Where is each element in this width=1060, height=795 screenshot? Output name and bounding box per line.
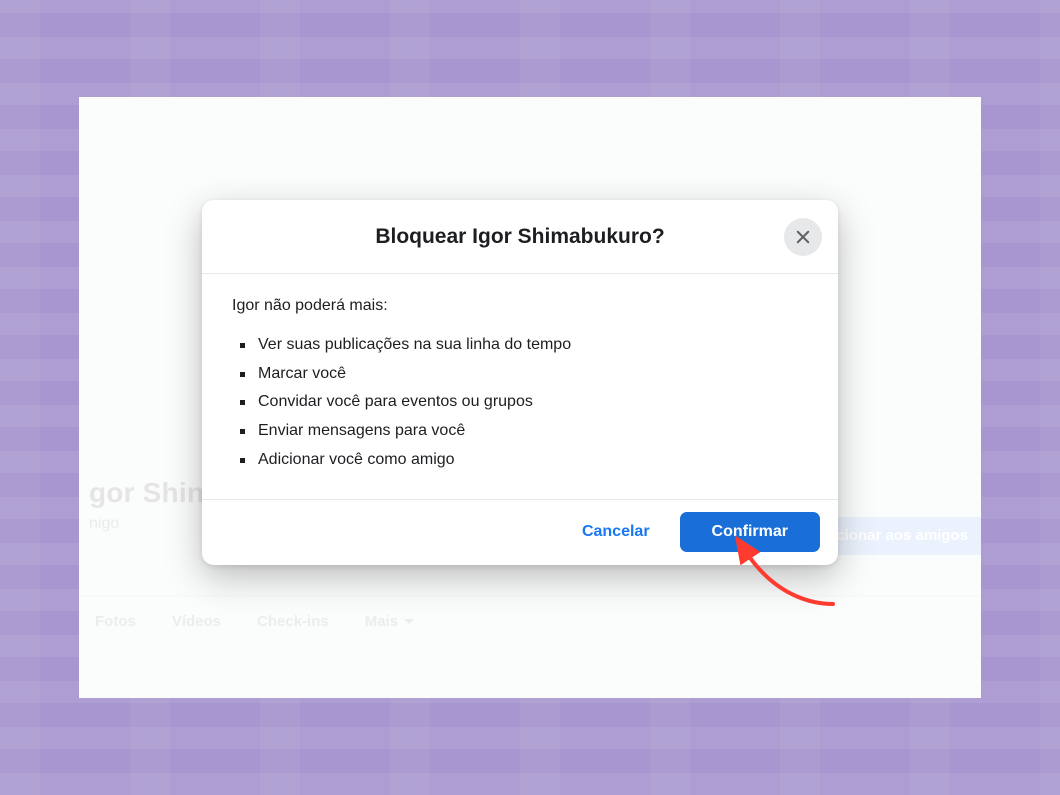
profile-tabs: Fotos Vídeos Check-ins Mais <box>79 595 981 647</box>
list-item: Marcar você <box>238 362 808 387</box>
tab-checkins[interactable]: Check-ins <box>257 613 329 630</box>
dialog-lead-text: Igor não poderá mais: <box>232 294 808 319</box>
dialog-body: Igor não poderá mais: Ver suas publicaçõ… <box>202 274 838 499</box>
dialog-header: Bloquear Igor Shimabukuro? <box>202 200 838 274</box>
list-item: Convidar você para eventos ou grupos <box>238 390 808 415</box>
dialog-footer: Cancelar Confirmar <box>202 499 838 565</box>
block-effects-list: Ver suas publicações na sua linha do tem… <box>232 333 808 473</box>
add-friend-button-partial[interactable]: cionar aos amigos <box>818 517 981 555</box>
close-icon <box>794 228 812 246</box>
list-item: Ver suas publicações na sua linha do tem… <box>238 333 808 358</box>
confirm-button[interactable]: Confirmar <box>680 512 820 552</box>
cancel-button-label: Cancelar <box>582 523 650 540</box>
chevron-down-icon <box>404 619 414 624</box>
dialog-title: Bloquear Igor Shimabukuro? <box>375 225 664 249</box>
cancel-button[interactable]: Cancelar <box>562 512 670 552</box>
tab-videos[interactable]: Vídeos <box>172 613 221 630</box>
block-user-dialog: Bloquear Igor Shimabukuro? Igor não pode… <box>202 200 838 565</box>
tab-more[interactable]: Mais <box>365 613 414 630</box>
list-item: Adicionar você como amigo <box>238 448 808 473</box>
add-friend-label-partial: cionar aos amigos <box>836 527 968 544</box>
confirm-button-label: Confirmar <box>712 523 788 540</box>
list-item: Enviar mensagens para você <box>238 419 808 444</box>
close-button[interactable] <box>784 218 822 256</box>
tab-photos[interactable]: Fotos <box>95 613 136 630</box>
